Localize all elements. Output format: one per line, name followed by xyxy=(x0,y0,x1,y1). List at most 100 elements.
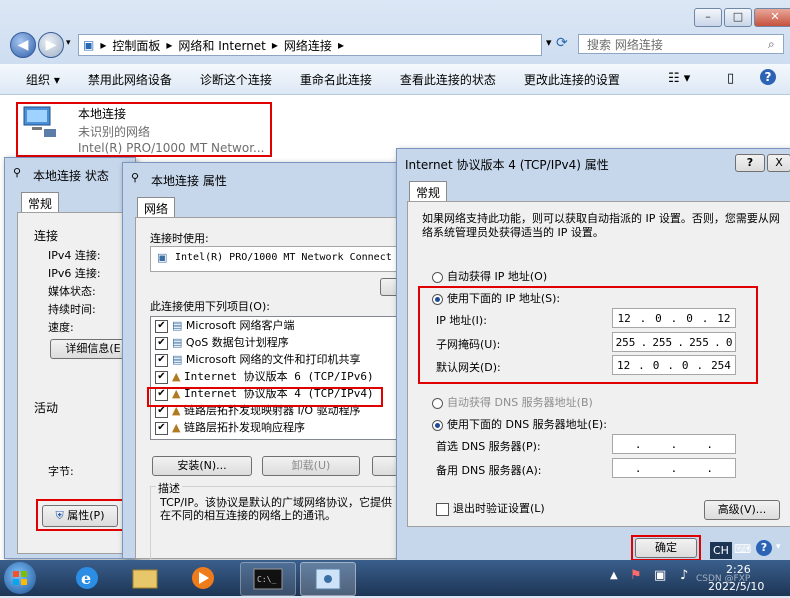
organize-menu[interactable]: 组织 ▾ xyxy=(0,71,74,88)
search-icon[interactable]: ⌕ xyxy=(768,37,775,52)
adapter-icon: ▣ xyxy=(157,251,168,264)
radio-selected-icon[interactable] xyxy=(432,419,443,431)
checkbox-icon[interactable]: ✔ xyxy=(155,336,168,350)
close-button[interactable]: X xyxy=(767,154,790,172)
ipv4-connectivity-label: IPv4 连接: xyxy=(48,249,101,262)
media-player-icon[interactable] xyxy=(176,562,230,594)
ipv4-properties-dialog: Internet 协议版本 4 (TCP/IPv4) 属性 ? X 常规 如果网… xyxy=(396,148,790,562)
list-item[interactable]: ✔ ▤ QoS 数据包计划程序 xyxy=(151,334,399,351)
refresh-icon[interactable]: ⟳ xyxy=(556,35,568,51)
network-tray-icon[interactable]: ▣ xyxy=(654,568,666,583)
ipv4-dialog-title: Internet 协议版本 4 (TCP/IPv4) 属性 xyxy=(405,158,609,172)
search-input[interactable]: 搜索 网络连接 xyxy=(578,34,784,54)
list-item[interactable]: ✔ ▲ Internet 协议版本 6 (TCP/IPv6) xyxy=(151,368,399,385)
breadcrumb-sep-icon: ▸ xyxy=(166,38,173,52)
change-settings-button[interactable]: 更改此连接的设置 xyxy=(510,71,634,88)
ipv6-connectivity-label: IPv6 连接: xyxy=(48,267,101,280)
auto-ip-option[interactable]: 自动获得 IP 地址(O) xyxy=(432,268,547,284)
explorer-icon[interactable] xyxy=(118,562,172,594)
start-button[interactable] xyxy=(4,562,36,594)
manual-dns-label: 使用下面的 DNS 服务器地址(E): xyxy=(447,418,607,431)
preferred-dns-input[interactable]: ... xyxy=(612,434,736,454)
client-icon: ▤ xyxy=(172,319,183,332)
checkbox-icon[interactable] xyxy=(436,502,449,516)
forward-icon[interactable]: ▶ xyxy=(38,32,64,58)
breadcrumb-sep-icon: ▸ xyxy=(337,38,344,52)
keyboard-icon[interactable]: ⌨ xyxy=(734,542,751,556)
disable-device-button[interactable]: 禁用此网络设备 xyxy=(74,71,186,88)
intro-text: 如果网络支持此功能，则可以获取自动指派的 IP 设置。否则，您需要从网络系统管理… xyxy=(422,212,780,239)
checkbox-icon[interactable]: ✔ xyxy=(155,421,168,435)
ime-help-icon[interactable]: ? xyxy=(756,540,772,556)
bytes-label: 字节: xyxy=(48,465,74,478)
view-status-button[interactable]: 查看此连接的状态 xyxy=(386,71,510,88)
advanced-button[interactable]: 高级(V)... xyxy=(704,500,780,520)
alternate-dns-input[interactable]: ... xyxy=(612,458,736,478)
back-icon[interactable]: ◀ xyxy=(10,32,36,58)
show-hidden-icons-icon[interactable]: ▲ xyxy=(610,570,618,581)
explorer-window: – □ ✕ ◀ ▶ ▾ ▣ ▸ 控制面板 ▸ 网络和 Internet ▸ 网络… xyxy=(0,0,790,100)
breadcrumb-network-internet[interactable]: 网络和 Internet xyxy=(178,37,265,54)
auto-dns-label: 自动获得 DNS 服务器地址(B) xyxy=(447,396,593,409)
highlight-box xyxy=(418,286,758,384)
radio-icon[interactable] xyxy=(432,271,443,283)
list-item[interactable]: ✔ ▤ Microsoft 网络客户端 xyxy=(151,317,399,334)
svg-text:e: e xyxy=(81,569,91,588)
minimize-button[interactable]: – xyxy=(694,8,722,27)
components-list[interactable]: ✔ ▤ Microsoft 网络客户端 ✔ ▤ QoS 数据包计划程序 ✔ ▤ Mic… xyxy=(150,316,400,440)
tab-general[interactable]: 常规 xyxy=(409,181,448,203)
ie-icon[interactable]: e xyxy=(60,562,114,594)
checkbox-icon[interactable]: ✔ xyxy=(155,370,168,384)
auto-dns-option[interactable]: 自动获得 DNS 服务器地址(B) xyxy=(432,394,593,410)
language-indicator[interactable]: CH xyxy=(710,542,732,559)
control-panel-icon[interactable] xyxy=(300,562,356,596)
breadcrumb-sep-icon: ▸ xyxy=(100,38,107,52)
volume-icon[interactable]: ♪ xyxy=(680,568,688,583)
qos-icon: ▤ xyxy=(172,336,183,349)
list-item-label: Internet 协议版本 6 (TCP/IPv6) xyxy=(183,370,374,383)
preview-pane-icon[interactable]: ▯ xyxy=(727,71,734,86)
maximize-button[interactable]: □ xyxy=(724,8,752,27)
taskbar: e C:\_ CH ⌨ ? ▾ ▲ ⚑ ▣ ♪ 2:26 2022/5/10 C… xyxy=(0,540,790,596)
breadcrumb-network-connections[interactable]: 网络连接 xyxy=(284,37,332,54)
section-activity: 活动 xyxy=(34,401,59,415)
properties-item-button[interactable] xyxy=(372,456,398,476)
network-status-icon: ⚲ xyxy=(13,166,22,179)
radio-icon[interactable] xyxy=(432,397,443,409)
recent-pages-chevron-icon[interactable]: ▾ xyxy=(66,38,71,48)
breadcrumb-control-panel[interactable]: 控制面板 xyxy=(112,37,160,54)
install-button[interactable]: 安装(N)... xyxy=(152,456,252,476)
rename-button[interactable]: 重命名此连接 xyxy=(286,71,386,88)
tab-networking[interactable]: 网络 xyxy=(137,197,176,219)
help-icon[interactable]: ? xyxy=(760,69,776,85)
status-dialog: ⚲ 本地连接 状态 常规 连接 IPv4 连接: IPv6 连接: 媒体状态: … xyxy=(4,157,137,559)
highlight-box xyxy=(631,535,701,561)
action-center-icon[interactable]: ⚑ xyxy=(630,568,642,583)
file-sharing-icon: ▤ xyxy=(172,353,183,366)
tab-general[interactable]: 常规 xyxy=(21,192,60,214)
manual-dns-option[interactable]: 使用下面的 DNS 服务器地址(E): xyxy=(432,416,607,432)
list-item[interactable]: ✔ ▤ Microsoft 网络的文件和打印机共享 xyxy=(151,351,399,368)
list-item-label: 链路层拓扑发现响应程序 xyxy=(183,421,305,434)
description-label: 描述 xyxy=(156,480,182,496)
ime-options-chevron-icon[interactable]: ▾ xyxy=(776,542,781,552)
connection-properties-dialog: ⚲ 本地连接 属性 网络 连接时使用: ▣ Intel(R) PRO/1000 … xyxy=(122,162,400,560)
checkbox-icon[interactable]: ✔ xyxy=(155,319,168,333)
validate-label: 退出时验证设置(L) xyxy=(453,502,545,515)
connect-using-label: 连接时使用: xyxy=(150,232,209,245)
protocol-icon: ▲ xyxy=(172,421,181,434)
close-button[interactable]: ✕ xyxy=(754,8,790,27)
cmd-icon[interactable]: C:\_ xyxy=(240,562,296,596)
address-bar[interactable]: ▣ ▸ 控制面板 ▸ 网络和 Internet ▸ 网络连接 ▸ xyxy=(78,34,542,56)
list-item[interactable]: ✔ ▲ 链路层拓扑发现响应程序 xyxy=(151,419,399,436)
properties-dialog-title: 本地连接 属性 xyxy=(151,174,227,188)
dropdown-chevron-icon[interactable]: ▾ xyxy=(546,36,552,49)
view-options-icon[interactable]: ☷ ▾ xyxy=(668,71,690,86)
diagnose-button[interactable]: 诊断这个连接 xyxy=(186,71,286,88)
checkbox-icon[interactable]: ✔ xyxy=(155,353,168,367)
description-text: TCP/IP。该协议是默认的广域网络协议，它提供在不同的相互连接的网络上的通讯。 xyxy=(160,496,392,522)
list-item-label: Microsoft 网络客户端 xyxy=(185,319,295,332)
uninstall-button[interactable]: 卸载(U) xyxy=(262,456,360,476)
help-button[interactable]: ? xyxy=(735,154,765,172)
validate-option[interactable]: 退出时验证设置(L) xyxy=(436,500,545,516)
